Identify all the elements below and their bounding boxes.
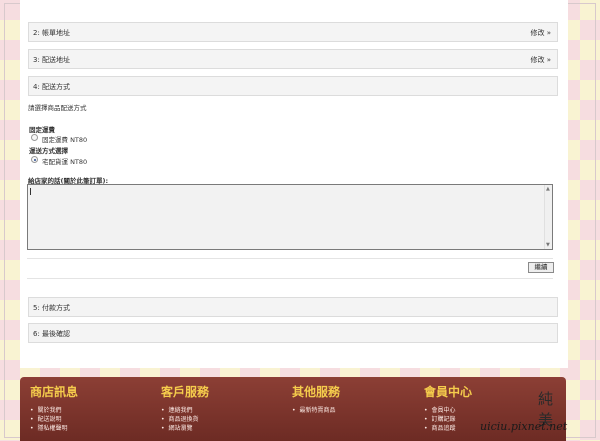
- delivery-instruction: 請選擇商品配送方式: [28, 104, 87, 112]
- checkout-content: 2: 帳單地址 修改 » 3: 配送地址 修改 » 4: 配送方式 請選擇商品配…: [20, 0, 568, 368]
- footer-column-store-info: 商店訊息 關於我們 配送說明 隱私權聲明: [30, 383, 78, 433]
- fixed-shipping-option-label[interactable]: 固定運費 NT80: [42, 134, 87, 144]
- footer-link[interactable]: 會員中心: [424, 406, 472, 415]
- section-shipping-address[interactable]: 3: 配送地址 修改 »: [28, 49, 558, 69]
- footer-link[interactable]: 商品追蹤: [424, 424, 472, 433]
- watermark-url: uiciu.pixnet.net: [480, 420, 568, 433]
- section-final-confirm[interactable]: 6: 最後確認: [28, 323, 558, 343]
- footer-link[interactable]: 訂購記錄: [424, 415, 472, 424]
- footer-link[interactable]: 最新特賣商品: [292, 406, 340, 415]
- divider: [27, 258, 553, 259]
- comment-textarea[interactable]: ▲ ▼: [27, 184, 553, 250]
- home-delivery-option-label[interactable]: 宅配貨運 NT80: [42, 156, 87, 166]
- footer-column-title: 客戶服務: [161, 385, 210, 399]
- scroll-down-icon[interactable]: ▼: [546, 242, 550, 248]
- footer-link[interactable]: 配送說明: [30, 415, 78, 424]
- footer-link[interactable]: 商品退換貨: [161, 415, 209, 424]
- textarea-scrollbar[interactable]: ▲ ▼: [544, 185, 552, 249]
- section-delivery-method[interactable]: 4: 配送方式: [28, 76, 558, 96]
- section-title: 2: 帳單地址: [33, 29, 71, 37]
- edit-shipping-link[interactable]: 修改 »: [530, 55, 551, 65]
- section-title: 5: 付款方式: [33, 304, 71, 312]
- fixed-shipping-radio[interactable]: [31, 134, 38, 141]
- footer-link[interactable]: 網站瀏覽: [161, 424, 209, 433]
- scroll-up-icon[interactable]: ▲: [546, 186, 550, 192]
- divider: [27, 278, 553, 279]
- fixed-shipping-group-label: 固定運費: [29, 126, 55, 134]
- edit-billing-link[interactable]: 修改 »: [530, 28, 551, 38]
- footer-column-member-center: 會員中心 會員中心 訂購記錄 商品追蹤: [424, 383, 472, 433]
- section-title: 4: 配送方式: [33, 83, 71, 91]
- footer-link[interactable]: 關於我們: [30, 406, 78, 415]
- section-billing-address[interactable]: 2: 帳單地址 修改 »: [28, 22, 558, 42]
- footer-column-title: 其他服務: [292, 385, 341, 399]
- footer-column-title: 商店訊息: [30, 385, 79, 399]
- section-payment-method[interactable]: 5: 付款方式: [28, 297, 558, 317]
- footer-column-other-services: 其他服務 最新特賣商品: [292, 383, 340, 415]
- continue-button[interactable]: 繼續: [528, 262, 554, 273]
- watermark: 純 美 uiciu.pixnet.net: [478, 388, 594, 436]
- footer-column-customer-service: 客戶服務 連絡我們 商品退換貨 網站瀏覽: [161, 383, 209, 433]
- footer-link[interactable]: 隱私權聲明: [30, 424, 78, 433]
- shipping-method-group-label: 運送方式選擇: [29, 147, 68, 155]
- text-caret: [30, 188, 31, 195]
- footer-link[interactable]: 連絡我們: [161, 406, 209, 415]
- section-title: 3: 配送地址: [33, 56, 71, 64]
- section-title: 6: 最後確認: [33, 330, 71, 338]
- footer-column-title: 會員中心: [424, 385, 473, 399]
- home-delivery-radio[interactable]: [31, 156, 38, 163]
